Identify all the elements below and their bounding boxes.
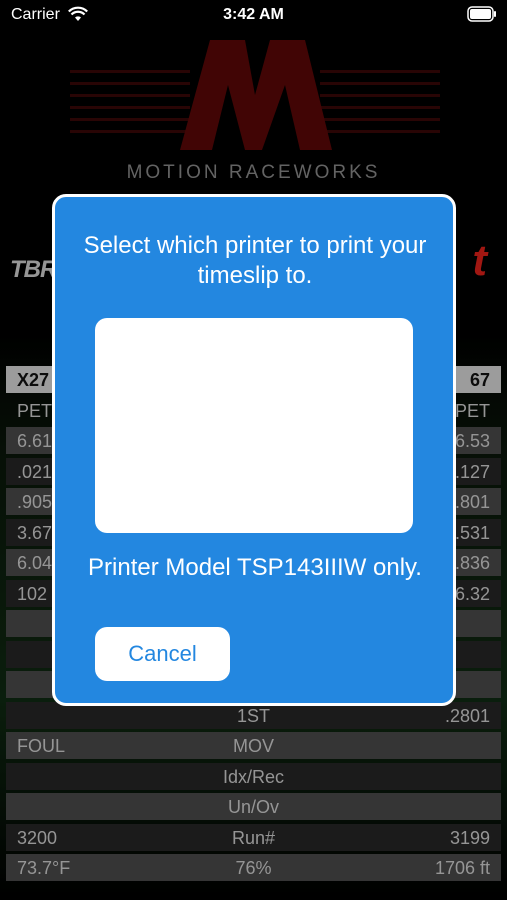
clock: 3:42 AM <box>223 6 284 23</box>
printer-dialog: Select which printer to print your times… <box>52 194 456 706</box>
cancel-button[interactable]: Cancel <box>95 627 230 681</box>
dialog-title: Select which printer to print your times… <box>83 232 427 289</box>
printer-list[interactable] <box>95 318 413 533</box>
status-bar: Carrier 3:42 AM <box>0 0 507 30</box>
battery-icon <box>467 6 496 22</box>
printer-model-note: Printer Model TSP143IIIW only. <box>88 554 422 581</box>
